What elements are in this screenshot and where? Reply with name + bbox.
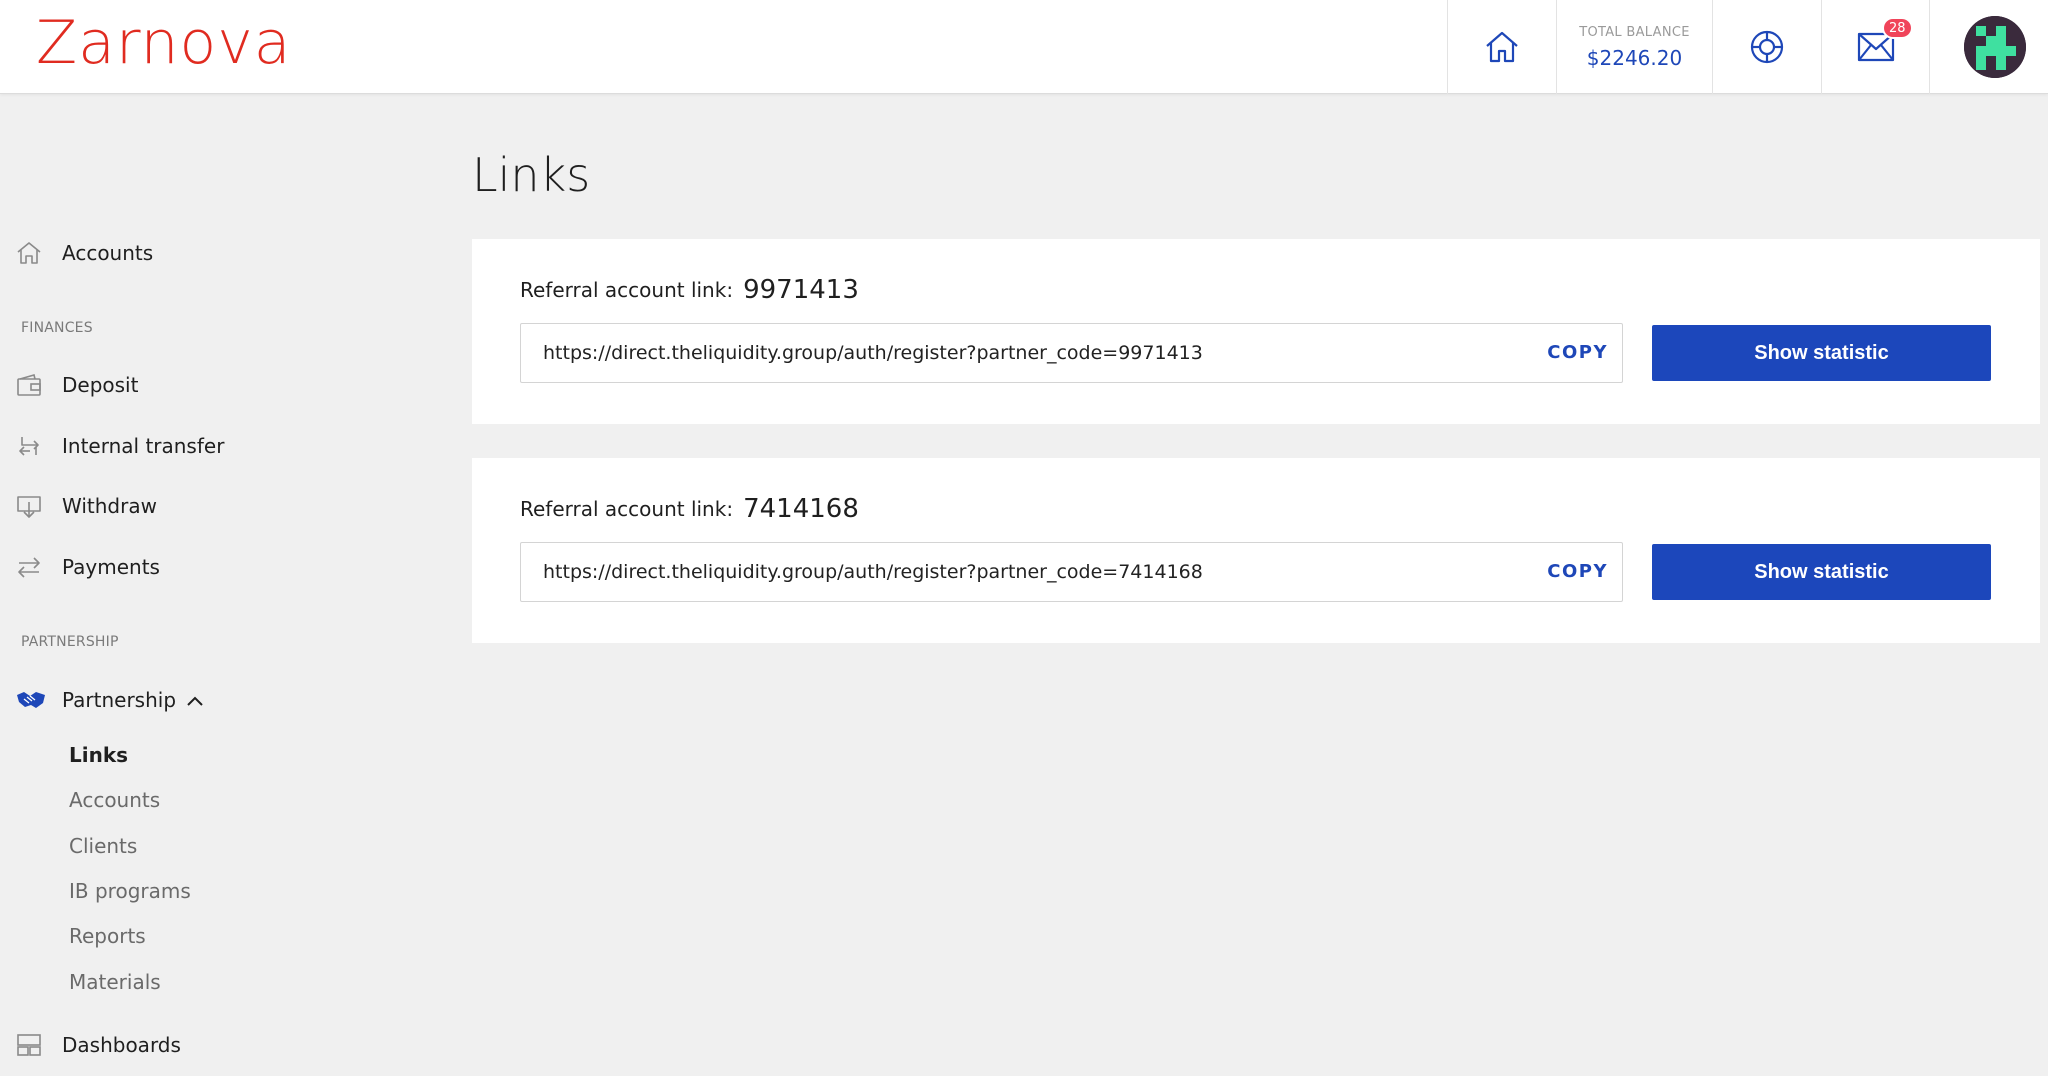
logo[interactable]: Zarnova xyxy=(36,8,292,78)
copy-button[interactable]: COPY xyxy=(1547,342,1608,363)
sidebar-item-accounts[interactable]: Accounts xyxy=(0,231,460,275)
referral-label-row: Referral account link: 7414168 xyxy=(520,494,859,524)
balance-value: $2246.20 xyxy=(1586,45,1683,70)
copy-button[interactable]: COPY xyxy=(1547,561,1608,582)
referral-link-card: Referral account link: 7414168 https://di… xyxy=(472,458,2040,643)
messages-button[interactable]: 28 xyxy=(1821,0,1929,94)
referral-id: 7414168 xyxy=(743,494,859,524)
referral-link-url[interactable]: https://direct.theliquidity.group/auth/r… xyxy=(543,342,1203,364)
sidebar-subitem-ib-programs[interactable]: IB programs xyxy=(69,879,191,903)
home-button[interactable] xyxy=(1447,0,1556,94)
profile-button[interactable] xyxy=(1929,0,2048,94)
chevron-up-icon xyxy=(186,692,204,711)
transfer-icon xyxy=(16,433,42,459)
referral-link-field[interactable]: https://direct.theliquidity.group/auth/r… xyxy=(520,542,1623,602)
referral-link-field[interactable]: https://direct.theliquidity.group/auth/r… xyxy=(520,323,1623,383)
home-icon xyxy=(1483,28,1521,66)
avatar xyxy=(1964,16,2026,78)
sidebar-item-label: Internal transfer xyxy=(62,434,225,458)
sidebar-item-payments[interactable]: Payments xyxy=(0,545,460,589)
dashboard-icon xyxy=(16,1032,42,1058)
referral-id: 9971413 xyxy=(743,275,859,305)
sidebar-item-label: Withdraw xyxy=(62,494,157,518)
referral-label: Referral account link: xyxy=(520,278,734,302)
sidebar-item-deposit[interactable]: Deposit xyxy=(0,363,460,407)
sidebar-item-label: Partnership xyxy=(62,688,177,712)
wallet-icon xyxy=(16,372,42,398)
unread-badge: 28 xyxy=(1881,17,1913,39)
show-statistic-button[interactable]: Show statistic xyxy=(1652,544,1991,600)
sidebar-item-label: Dashboards xyxy=(62,1033,181,1057)
home-icon xyxy=(16,240,42,266)
referral-label-row: Referral account link: 9971413 xyxy=(520,275,859,305)
top-header: Zarnova TOTAL BALANCE $2246.20 28 xyxy=(0,0,2048,94)
page-title: Links xyxy=(472,148,591,202)
withdraw-icon xyxy=(16,493,42,519)
show-statistic-button[interactable]: Show statistic xyxy=(1652,325,1991,381)
sidebar-item-dashboards[interactable]: Dashboards xyxy=(0,1023,460,1067)
sidebar-item-label: Accounts xyxy=(62,241,154,265)
sidebar-item-withdraw[interactable]: Withdraw xyxy=(0,484,460,528)
sidebar-subitem-links[interactable]: Links xyxy=(69,743,128,767)
referral-link-card: Referral account link: 9971413 https://di… xyxy=(472,239,2040,424)
support-button[interactable] xyxy=(1712,0,1821,94)
referral-label: Referral account link: xyxy=(520,497,734,521)
sidebar-item-label: Deposit xyxy=(62,373,139,397)
sidebar-subitem-clients[interactable]: Clients xyxy=(69,834,137,858)
sidebar-item-partnership[interactable]: Partnership xyxy=(0,678,460,722)
sidebar-subitem-accounts[interactable]: Accounts xyxy=(69,788,160,812)
sidebar-item-internal-transfer[interactable]: Internal transfer xyxy=(0,424,460,468)
payments-icon xyxy=(16,554,42,580)
section-label-partnership: PARTNERSHIP xyxy=(21,634,119,650)
sidebar-subitem-reports[interactable]: Reports xyxy=(69,924,146,948)
balance-label: TOTAL BALANCE xyxy=(1579,24,1690,40)
total-balance[interactable]: TOTAL BALANCE $2246.20 xyxy=(1556,0,1712,94)
support-icon xyxy=(1748,28,1786,66)
referral-link-url[interactable]: https://direct.theliquidity.group/auth/r… xyxy=(543,561,1203,583)
handshake-icon xyxy=(16,687,45,713)
section-label-finances: FINANCES xyxy=(21,320,93,336)
sidebar-subitem-materials[interactable]: Materials xyxy=(69,970,161,994)
sidebar-item-label: Payments xyxy=(62,555,160,579)
